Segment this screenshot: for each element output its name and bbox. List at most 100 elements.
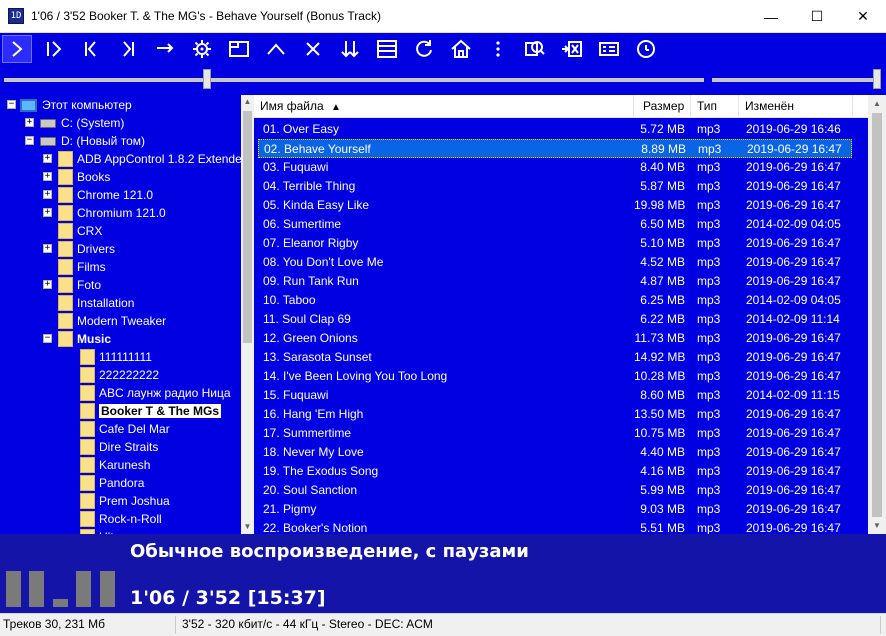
scroll-down-icon[interactable]: ▼ bbox=[868, 517, 886, 534]
file-row[interactable]: 21. Pigmy 9.03 MB mp3 2019-06-29 16:47 bbox=[254, 500, 868, 519]
tree-item[interactable]: Modern Tweaker bbox=[58, 312, 166, 330]
tree-item[interactable]: D: (Новый том) bbox=[40, 132, 145, 150]
scroll-up-icon[interactable]: ▲ bbox=[868, 95, 886, 112]
maximize-button[interactable]: ☐ bbox=[794, 0, 840, 33]
seek-slider-thumb[interactable] bbox=[203, 69, 211, 89]
file-row[interactable]: 11. Soul Clap 69 6.22 MB mp3 2014-02-09 11:… bbox=[254, 310, 868, 329]
tree-expander[interactable]: − bbox=[7, 100, 16, 109]
tree-expander[interactable]: + bbox=[43, 154, 52, 163]
column-header-size[interactable]: Размер bbox=[634, 95, 691, 118]
file-row[interactable]: 12. Green Onions 11.73 MB mp3 2019-06-29 16… bbox=[254, 329, 868, 348]
column-header-modified[interactable]: Изменён bbox=[739, 95, 853, 118]
collapse-button[interactable] bbox=[261, 35, 291, 63]
next-track-button[interactable] bbox=[113, 35, 143, 63]
tree-item[interactable]: CRX bbox=[58, 222, 102, 240]
column-header-name[interactable]: Имя файла ▲ bbox=[254, 95, 634, 118]
volume-slider-thumb[interactable] bbox=[873, 69, 881, 89]
tree-expander[interactable]: + bbox=[25, 118, 34, 127]
file-name: 05. Kinda Easy Like bbox=[263, 198, 370, 212]
tree-item[interactable]: Dire Straits bbox=[80, 438, 158, 456]
playback-mode[interactable]: Обычное воспроизведение, с паузами bbox=[130, 541, 529, 562]
tree-expander[interactable]: + bbox=[43, 172, 52, 181]
tree-scrollbar[interactable]: ▲ ▼ bbox=[241, 95, 254, 534]
tree-item[interactable]: Rock-n-Roll bbox=[80, 510, 162, 528]
column-header-type[interactable]: Тип bbox=[691, 95, 739, 118]
settings-button[interactable] bbox=[187, 35, 217, 63]
seek-slider[interactable] bbox=[4, 78, 704, 82]
info-bar-button[interactable] bbox=[594, 35, 624, 63]
file-row[interactable]: 20. Soul Sanction 5.99 MB mp3 2019-06-29 16… bbox=[254, 481, 868, 500]
window-button[interactable] bbox=[224, 35, 254, 63]
file-row[interactable]: 17. Summertime 10.75 MB mp3 2019-06-29 16:4… bbox=[254, 424, 868, 443]
tree-expander[interactable]: + bbox=[43, 190, 52, 199]
file-row[interactable]: 07. Eleanor Rigby 5.10 MB mp3 2019-06-29 16… bbox=[254, 234, 868, 253]
file-row[interactable]: 08. You Don't Love Me 4.52 MB mp3 2019-06-2… bbox=[254, 253, 868, 272]
scrollbar-thumb[interactable] bbox=[243, 111, 252, 343]
tree-item[interactable]: Foto bbox=[58, 276, 101, 294]
tree-item[interactable]: Prem Joshua bbox=[80, 492, 170, 510]
file-row[interactable]: 14. I've Been Loving You Too Long 10.28 M… bbox=[254, 367, 868, 386]
file-row[interactable]: 05. Kinda Easy Like 19.98 MB mp3 2019-06-29… bbox=[254, 196, 868, 215]
tree-item[interactable]: ADB AppControl 1.8.2 Extended bbox=[58, 150, 241, 168]
app-icon[interactable]: 1D bbox=[8, 8, 24, 24]
remove-icon bbox=[562, 40, 582, 57]
tree-item[interactable]: Chromium 121.0 bbox=[58, 204, 166, 222]
folder-icon bbox=[80, 475, 95, 491]
tree-expander[interactable]: + bbox=[43, 244, 52, 253]
file-row[interactable]: 15. Fuquawi 8.60 MB mp3 2014-02-09 11:15 bbox=[254, 386, 868, 405]
file-row[interactable]: 22. Booker's Notion 5.51 MB mp3 2019-06-29 … bbox=[254, 519, 868, 534]
scrollbar-thumb[interactable] bbox=[872, 113, 882, 517]
close-button[interactable] bbox=[298, 35, 328, 63]
file-row[interactable]: 09. Run Tank Run 4.87 MB mp3 2019-06-29 16:… bbox=[254, 272, 868, 291]
file-row[interactable]: 06. Sumertime 6.50 MB mp3 2014-02-09 04:05 bbox=[254, 215, 868, 234]
play-pause-button[interactable] bbox=[39, 35, 69, 63]
window-title: 1'06 / 3'52 Booker T. & The MG's - Behav… bbox=[31, 9, 381, 23]
tree-expander[interactable]: − bbox=[25, 136, 34, 145]
scroll-up-icon[interactable]: ▲ bbox=[241, 95, 254, 109]
tree-expander[interactable]: + bbox=[43, 208, 52, 217]
file-row[interactable]: 16. Hang 'Em High 13.50 MB mp3 2019-06-29 1… bbox=[254, 405, 868, 424]
tree-item[interactable]: Booker T & The MGs bbox=[80, 402, 222, 420]
file-row[interactable]: 04. Terrible Thing 5.87 MB mp3 2019-06-29 1… bbox=[254, 177, 868, 196]
minimize-button[interactable]: — bbox=[748, 0, 794, 33]
tree-item[interactable]: Books bbox=[58, 168, 110, 186]
previous-track-button[interactable] bbox=[76, 35, 106, 63]
home-button[interactable] bbox=[446, 35, 476, 63]
tree-item[interactable]: C: (System) bbox=[40, 114, 124, 132]
more-button[interactable] bbox=[483, 35, 513, 63]
tree-item[interactable]: Этот компьютер bbox=[20, 96, 132, 114]
tree-item[interactable]: 111111111 bbox=[80, 348, 152, 366]
file-row[interactable]: 02. Behave Yourself 8.89 MB mp3 2019-06-29 … bbox=[258, 139, 852, 158]
tree-expander[interactable]: + bbox=[43, 280, 52, 289]
scroll-down-icon[interactable]: ▼ bbox=[241, 520, 254, 534]
close-window-button[interactable]: ✕ bbox=[840, 0, 886, 33]
tree-item[interactable]: Chrome 121.0 bbox=[58, 186, 153, 204]
arrow-right-button[interactable] bbox=[150, 35, 180, 63]
file-row[interactable]: 10. Taboo 6.25 MB mp3 2014-02-09 04:05 bbox=[254, 291, 868, 310]
refresh-button[interactable] bbox=[409, 35, 439, 63]
tree-item[interactable]: Cafe Del Mar bbox=[80, 420, 170, 438]
volume-slider[interactable] bbox=[712, 78, 876, 82]
file-row[interactable]: 13. Sarasota Sunset 14.92 MB mp3 2019-06-29… bbox=[254, 348, 868, 367]
add-button[interactable] bbox=[631, 35, 661, 63]
folder-tree: − Этот компьютер + C: (System) − D: (Новый то… bbox=[0, 95, 241, 534]
tree-item[interactable]: 222222222 bbox=[80, 366, 159, 384]
tree-item[interactable]: ABC лаунж радио Ница bbox=[80, 384, 231, 402]
list-scrollbar[interactable]: ▲ ▼ bbox=[868, 95, 886, 534]
tree-item[interactable]: Installation bbox=[58, 294, 134, 312]
split-view-button[interactable] bbox=[372, 35, 402, 63]
file-row[interactable]: 03. Fuquawi 8.40 MB mp3 2019-06-29 16:47 bbox=[254, 158, 868, 177]
file-row[interactable]: 19. The Exodus Song 4.16 MB mp3 2019-06-29 … bbox=[254, 462, 868, 481]
remove-button[interactable] bbox=[557, 35, 587, 63]
tree-item[interactable]: Drivers bbox=[58, 240, 115, 258]
play-button[interactable] bbox=[2, 34, 32, 63]
tree-expander[interactable]: − bbox=[43, 334, 52, 343]
file-row[interactable]: 01. Over Easy 5.72 MB mp3 2019-06-29 16:46 bbox=[254, 120, 868, 139]
file-row[interactable]: 18. Never My Love 4.40 MB mp3 2019-06-29 16… bbox=[254, 443, 868, 462]
search-button[interactable] bbox=[520, 35, 550, 63]
sort-button[interactable] bbox=[335, 35, 365, 63]
tree-item[interactable]: Films bbox=[58, 258, 106, 276]
tree-item[interactable]: Pandora bbox=[80, 474, 144, 492]
tree-item[interactable]: Music bbox=[58, 330, 111, 348]
tree-item[interactable]: Karunesh bbox=[80, 456, 150, 474]
